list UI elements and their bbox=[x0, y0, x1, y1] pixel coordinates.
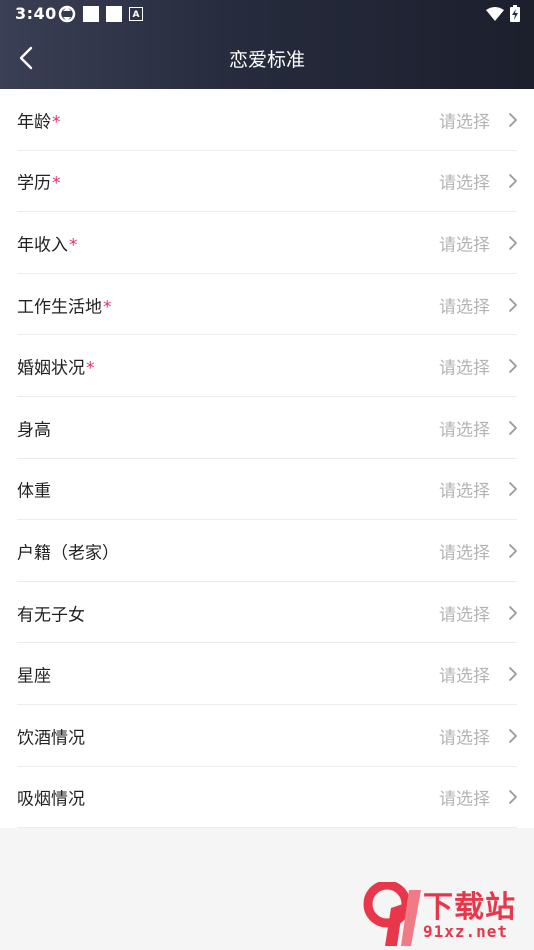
row-label-text: 年龄 bbox=[17, 112, 51, 133]
row-value-placeholder: 请选择 bbox=[439, 173, 490, 194]
status-bar: 3:40 A bbox=[0, 0, 534, 28]
chevron-right-icon bbox=[509, 174, 517, 189]
row-label-text: 吸烟情况 bbox=[17, 789, 85, 810]
row-label: 婚姻状况* bbox=[17, 354, 95, 379]
criteria-row[interactable]: 户籍（老家） 请选择 bbox=[0, 520, 534, 582]
row-label: 有无子女 bbox=[17, 600, 85, 625]
chevron-right-icon bbox=[509, 482, 517, 497]
row-label: 年收入* bbox=[17, 230, 78, 255]
row-value-placeholder: 请选择 bbox=[439, 481, 490, 502]
watermark-url: 91xz.net bbox=[423, 922, 509, 941]
row-value-placeholder: 请选择 bbox=[439, 666, 490, 687]
row-value-placeholder: 请选择 bbox=[439, 358, 490, 379]
criteria-row[interactable]: 吸烟情况 请选择 bbox=[0, 767, 534, 829]
criteria-row[interactable]: 年龄* 请选择 bbox=[0, 89, 534, 151]
required-asterisk: * bbox=[69, 235, 78, 256]
row-label-text: 婚姻状况 bbox=[17, 358, 85, 379]
criteria-row[interactable]: 体重 请选择 bbox=[0, 459, 534, 521]
row-label: 工作生活地* bbox=[17, 292, 112, 317]
criteria-row[interactable]: 学历* 请选择 bbox=[0, 151, 534, 213]
row-label: 学历* bbox=[17, 169, 61, 194]
criteria-row[interactable]: 星座 请选择 bbox=[0, 643, 534, 705]
status-notification-icons: A bbox=[58, 5, 150, 23]
row-value-placeholder: 请选择 bbox=[439, 543, 490, 564]
notification-square-icon bbox=[106, 6, 122, 22]
required-asterisk: * bbox=[86, 358, 95, 379]
chevron-right-icon bbox=[509, 790, 517, 805]
row-value-placeholder: 请选择 bbox=[439, 235, 490, 256]
row-label-text: 年收入 bbox=[17, 235, 68, 256]
row-value-placeholder: 请选择 bbox=[439, 728, 490, 749]
criteria-list: 年龄* 请选择 学历* 请选择 年收入* 请选择 工作生活地* 请选择 婚姻状况* 请选择 身高 请选… bbox=[0, 89, 534, 829]
sync-icon bbox=[58, 5, 76, 23]
row-label-text: 工作生活地 bbox=[17, 297, 102, 318]
watermark-title: 下载站 bbox=[423, 890, 516, 925]
row-label-text: 有无子女 bbox=[17, 605, 85, 626]
row-label: 年龄* bbox=[17, 107, 61, 132]
row-value-placeholder: 请选择 bbox=[439, 789, 490, 810]
row-label-text: 户籍（老家） bbox=[17, 543, 119, 564]
chevron-right-icon bbox=[509, 728, 517, 743]
required-asterisk: * bbox=[52, 173, 61, 194]
row-label: 饮酒情况 bbox=[17, 723, 85, 748]
site-watermark: 下载站 91xz.net bbox=[357, 880, 532, 950]
chevron-right-icon bbox=[509, 667, 517, 682]
criteria-row[interactable]: 工作生活地* 请选择 bbox=[0, 274, 534, 336]
row-label-text: 学历 bbox=[17, 173, 51, 194]
nav-bar: 恋爱标准 bbox=[0, 28, 534, 89]
row-label: 体重 bbox=[17, 477, 51, 502]
chevron-right-icon bbox=[509, 544, 517, 558]
row-label: 星座 bbox=[17, 662, 51, 687]
wifi-icon bbox=[486, 6, 504, 21]
criteria-row[interactable]: 年收入* 请选择 bbox=[0, 212, 534, 274]
criteria-row[interactable]: 婚姻状况* 请选择 bbox=[0, 335, 534, 397]
row-value-placeholder: 请选择 bbox=[439, 297, 490, 318]
required-asterisk: * bbox=[103, 297, 112, 318]
chevron-right-icon bbox=[509, 236, 517, 250]
status-system-icons bbox=[486, 5, 520, 22]
row-value-placeholder: 请选择 bbox=[439, 112, 490, 133]
criteria-row[interactable]: 饮酒情况 请选择 bbox=[0, 705, 534, 767]
a-badge-icon: A bbox=[129, 7, 143, 21]
chevron-right-icon bbox=[509, 297, 517, 312]
criteria-row[interactable]: 身高 请选择 bbox=[0, 397, 534, 459]
row-label-text: 体重 bbox=[17, 481, 51, 502]
criteria-row[interactable]: 有无子女 请选择 bbox=[0, 582, 534, 644]
row-value-placeholder: 请选择 bbox=[439, 420, 490, 441]
chevron-right-icon bbox=[509, 420, 517, 435]
top-bar: 3:40 A 恋爱标准 bbox=[0, 0, 534, 89]
notification-square-icon bbox=[83, 6, 99, 22]
required-asterisk: * bbox=[52, 112, 61, 133]
row-label-text: 星座 bbox=[17, 666, 51, 687]
row-value-placeholder: 请选择 bbox=[439, 605, 490, 626]
row-label: 身高 bbox=[17, 415, 51, 440]
watermark-logo bbox=[363, 882, 421, 946]
status-time: 3:40 bbox=[15, 4, 57, 23]
row-label: 户籍（老家） bbox=[17, 538, 119, 563]
chevron-right-icon bbox=[509, 605, 517, 620]
battery-icon bbox=[510, 5, 520, 22]
row-label-text: 身高 bbox=[17, 420, 51, 441]
row-label-text: 饮酒情况 bbox=[17, 728, 85, 749]
chevron-right-icon bbox=[509, 112, 517, 127]
row-label: 吸烟情况 bbox=[17, 785, 85, 810]
page-title: 恋爱标准 bbox=[228, 49, 305, 71]
chevron-right-icon bbox=[509, 359, 517, 374]
